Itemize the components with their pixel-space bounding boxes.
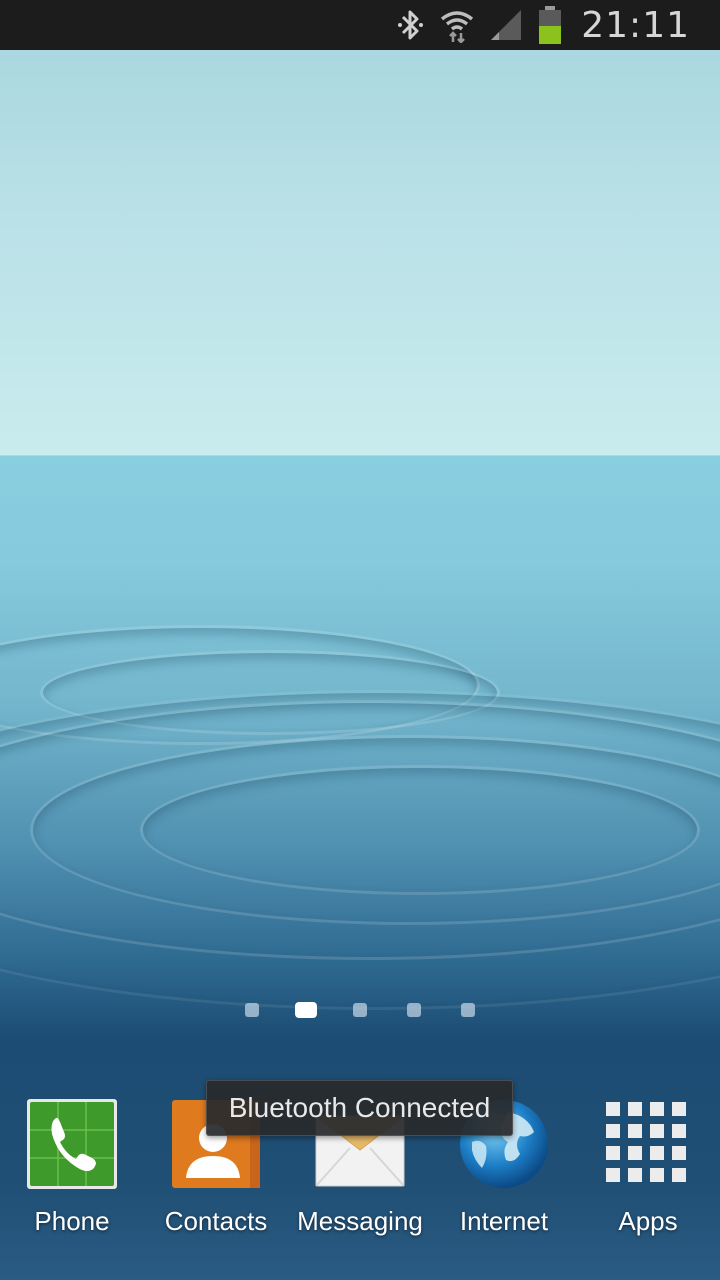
page-dot[interactable] [245,1003,259,1017]
dock-label-contacts: Contacts [164,1206,268,1236]
dock-label-internet: Internet [459,1206,549,1236]
page-dot[interactable] [353,1003,367,1017]
dock-item-apps[interactable]: Apps [576,1090,720,1250]
wifi-icon [439,7,475,43]
phone-icon[interactable] [26,1098,118,1190]
dock-label-messaging: Messaging [297,1206,423,1236]
dock-label-apps: Apps [618,1206,678,1236]
page-dot[interactable] [407,1003,421,1017]
status-bar[interactable]: 21:11 [0,0,720,50]
bluetooth-icon [395,8,425,42]
battery-icon [537,6,563,44]
signal-icon [489,8,523,42]
apps-grid-icon[interactable] [602,1098,694,1190]
page-dot[interactable] [461,1003,475,1017]
page-dot-active[interactable] [295,1002,317,1018]
clock: 21:11 [581,4,690,46]
dock-label-phone: Phone [34,1206,110,1236]
toast-notification: Bluetooth Connected [206,1080,513,1136]
dock-item-phone[interactable]: Phone [0,1090,144,1250]
page-indicator[interactable] [0,1001,720,1019]
